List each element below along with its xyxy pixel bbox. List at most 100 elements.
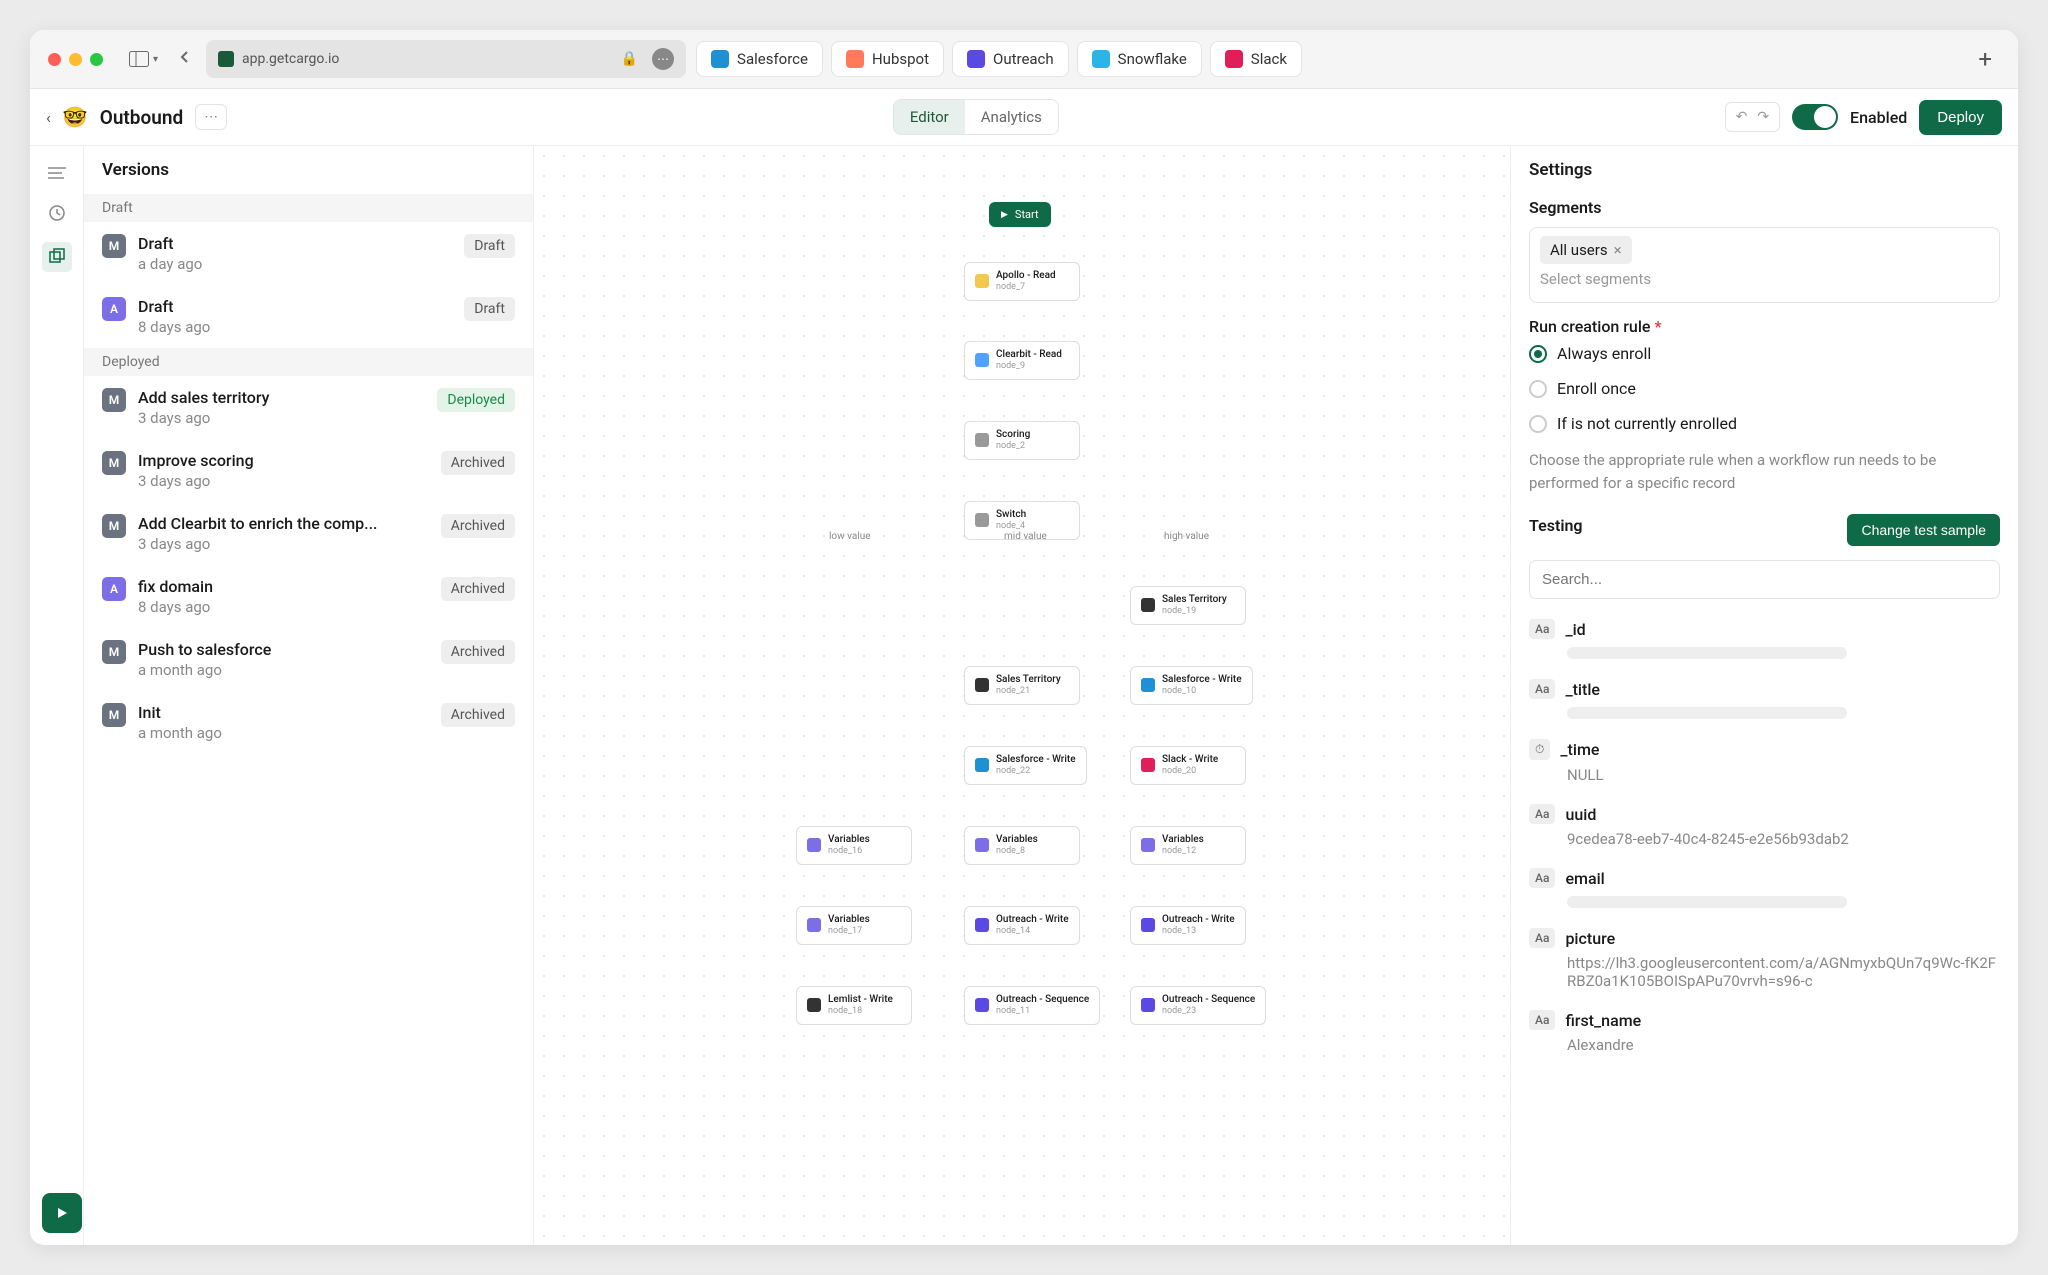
- version-item[interactable]: M Push to salesforce a month ago Archive…: [84, 628, 533, 691]
- version-badge: Archived: [441, 577, 515, 601]
- rule-option[interactable]: Always enroll: [1529, 336, 2000, 371]
- radio-icon: [1529, 415, 1547, 433]
- version-item[interactable]: A fix domain 8 days ago Archived: [84, 565, 533, 628]
- node-icon: [975, 918, 989, 932]
- node-icon: [975, 353, 989, 367]
- segments-title: Segments: [1529, 198, 2000, 217]
- radio-icon: [1529, 380, 1547, 398]
- close-window[interactable]: [48, 53, 61, 66]
- lock-icon: 🔒: [621, 51, 638, 67]
- field-name: picture: [1565, 929, 1615, 948]
- bookmark-salesforce[interactable]: Salesforce: [696, 41, 823, 77]
- field-skeleton: [1567, 647, 1847, 659]
- workflow-node[interactable]: Apollo - Readnode_7: [964, 262, 1080, 301]
- workflow-node[interactable]: Variablesnode_12: [1130, 826, 1246, 865]
- workflow-node[interactable]: Salesforce - Writenode_10: [1130, 666, 1253, 705]
- version-time: 3 days ago: [138, 535, 429, 553]
- versions-panel: Versions DraftM Draft a day ago DraftA D…: [84, 146, 534, 1245]
- node-icon: [975, 433, 989, 447]
- bookmark-slack[interactable]: Slack: [1210, 41, 1302, 77]
- version-badge: Archived: [441, 703, 515, 727]
- workflow-node[interactable]: Sales Territorynode_21: [964, 666, 1080, 705]
- version-name: Improve scoring: [138, 451, 418, 470]
- rail-versions-icon[interactable]: [42, 242, 72, 272]
- node-start[interactable]: ▶ Start: [989, 202, 1051, 227]
- bookmark-icon: [1092, 50, 1110, 68]
- node-icon: [1141, 758, 1155, 772]
- field-value: NULL: [1567, 766, 2000, 784]
- version-item[interactable]: A Draft 8 days ago Draft: [84, 285, 533, 348]
- version-section-header: Deployed: [84, 348, 533, 376]
- testing-search[interactable]: [1529, 560, 2000, 599]
- workflow-node[interactable]: Variablesnode_8: [964, 826, 1080, 865]
- node-icon: [1141, 838, 1155, 852]
- version-badge: Draft: [464, 234, 515, 258]
- url-text: app.getcargo.io: [242, 51, 339, 67]
- avatar: A: [102, 577, 126, 601]
- workflow-node[interactable]: Lemlist - Writenode_18: [796, 986, 912, 1025]
- tab-editor[interactable]: Editor: [894, 100, 965, 134]
- field-type-badge: Aa: [1529, 804, 1555, 824]
- segments-input[interactable]: All users × Select segments: [1529, 227, 2000, 303]
- bookmark-outreach[interactable]: Outreach: [952, 41, 1069, 77]
- version-time: 8 days ago: [138, 318, 452, 336]
- bookmark-snowflake[interactable]: Snowflake: [1077, 41, 1202, 77]
- testing-title: Testing: [1529, 516, 1583, 535]
- settings-title: Settings: [1529, 160, 2000, 180]
- deploy-button[interactable]: Deploy: [1919, 100, 2002, 135]
- version-time: 3 days ago: [138, 409, 425, 427]
- run-button[interactable]: [42, 1193, 82, 1233]
- workflow-node[interactable]: Outreach - Writenode_13: [1130, 906, 1246, 945]
- new-tab-button[interactable]: +: [1970, 45, 2000, 73]
- nav-back[interactable]: [174, 46, 196, 72]
- radio-icon: [1529, 345, 1547, 363]
- chip-remove-icon[interactable]: ×: [1614, 241, 1622, 259]
- maximize-window[interactable]: [90, 53, 103, 66]
- enabled-toggle[interactable]: [1792, 104, 1838, 130]
- redo-button[interactable]: ↷: [1757, 109, 1769, 125]
- version-item[interactable]: M Improve scoring 3 days ago Archived: [84, 439, 533, 502]
- tab-analytics[interactable]: Analytics: [965, 100, 1058, 134]
- workflow-node[interactable]: Variablesnode_16: [796, 826, 912, 865]
- rule-option[interactable]: If is not currently enrolled: [1529, 406, 2000, 441]
- version-name: Add Clearbit to enrich the comp...: [138, 514, 418, 533]
- workflow-node[interactable]: Salesforce - Writenode_22: [964, 746, 1087, 785]
- version-badge: Deployed: [437, 388, 515, 412]
- rail-list-icon[interactable]: [46, 162, 68, 184]
- version-item[interactable]: M Add Clearbit to enrich the comp... 3 d…: [84, 502, 533, 565]
- version-item[interactable]: M Init a month ago Archived: [84, 691, 533, 754]
- test-field: Aa _title: [1529, 669, 2000, 729]
- avatar: M: [102, 640, 126, 664]
- url-bar[interactable]: app.getcargo.io 🔒 ⋯: [206, 40, 686, 78]
- workflow-canvas[interactable]: ▶ Start Apollo - Readnode_7 Clearbit - R…: [534, 146, 1510, 1245]
- sidebar-toggle[interactable]: ▾: [123, 47, 164, 71]
- workflow-node[interactable]: Outreach - Sequencenode_11: [964, 986, 1100, 1025]
- test-field: Aa uuid9cedea78-eeb7-40c4-8245-e2e56b93d…: [1529, 794, 2000, 858]
- avatar: M: [102, 514, 126, 538]
- branch-label-high: high value: [1164, 531, 1209, 542]
- workflow-node[interactable]: Slack - Writenode_20: [1130, 746, 1246, 785]
- minimize-window[interactable]: [69, 53, 82, 66]
- url-more-icon[interactable]: ⋯: [652, 48, 674, 70]
- change-test-sample-button[interactable]: Change test sample: [1847, 514, 2000, 546]
- version-item[interactable]: M Add sales territory 3 days ago Deploye…: [84, 376, 533, 439]
- field-type-badge: Aa: [1529, 679, 1555, 699]
- undo-button[interactable]: ↶: [1736, 109, 1748, 125]
- workflow-node[interactable]: Outreach - Writenode_14: [964, 906, 1080, 945]
- rail-history-icon[interactable]: [46, 202, 68, 224]
- version-item[interactable]: M Draft a day ago Draft: [84, 222, 533, 285]
- version-name: Add sales territory: [138, 388, 418, 407]
- field-type-badge: ⏱: [1529, 739, 1550, 760]
- workflow-node[interactable]: Clearbit - Readnode_9: [964, 341, 1080, 380]
- more-menu[interactable]: ⋯: [195, 104, 227, 130]
- test-field: Aa picturehttps://lh3.googleusercontent.…: [1529, 918, 2000, 1000]
- workflow-node[interactable]: Scoringnode_2: [964, 421, 1080, 460]
- workflow-node[interactable]: Variablesnode_17: [796, 906, 912, 945]
- bookmark-hubspot[interactable]: Hubspot: [831, 41, 944, 77]
- back-button[interactable]: ‹: [46, 108, 51, 127]
- field-value: 9cedea78-eeb7-40c4-8245-e2e56b93dab2: [1567, 830, 2000, 848]
- workflow-node[interactable]: Sales Territorynode_19: [1130, 586, 1246, 625]
- test-field: Aa first_nameAlexandre: [1529, 1000, 2000, 1064]
- workflow-node[interactable]: Outreach - Sequencenode_23: [1130, 986, 1266, 1025]
- rule-option[interactable]: Enroll once: [1529, 371, 2000, 406]
